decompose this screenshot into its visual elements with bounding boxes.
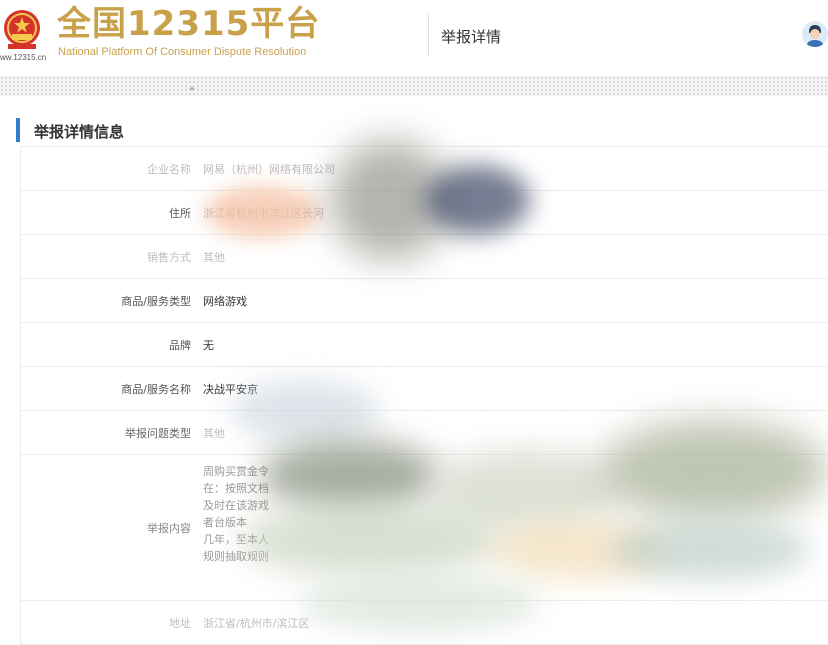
row-label: 举报内容 (147, 521, 191, 535)
content-line: 在：按照文档 (203, 482, 269, 495)
row-label: 企业名称 (147, 162, 191, 176)
site-url: ww.12315.cn (0, 53, 47, 62)
brand-subtitle: National Platform Of Consumer Dispute Re… (58, 46, 307, 58)
user-avatar[interactable] (802, 21, 828, 47)
table-row-service-name: 商品/服务名称 决战平安京 (21, 367, 828, 411)
row-label: 品牌 (169, 338, 191, 352)
row-label: 商品/服务类型 (121, 294, 191, 308)
section-title: 举报详情信息 (34, 123, 125, 141)
row-value: 其他 (203, 250, 225, 264)
content-line: 及时在该游戏 (203, 499, 269, 512)
table-row-sales-method: 销售方式 其他 (21, 235, 828, 279)
dotted-separator-band (0, 76, 828, 96)
table-row-brand: 品牌 无 (21, 323, 828, 367)
content-line: 几年，至本人 (203, 533, 269, 546)
table-row-company: 企业名称 网易（杭州）网络有限公司 (21, 147, 828, 191)
caret-up-icon (189, 86, 195, 90)
table-row-address: 住所 浙江省杭州市滨江区长河 (21, 191, 828, 235)
table-row-service-type: 商品/服务类型 网络游戏 (21, 279, 828, 323)
page-title: 举报详情 (441, 28, 502, 46)
national-emblem-icon (4, 10, 40, 49)
table-row-region: 地址 浙江省/杭州市/滨江区 (21, 601, 828, 645)
header-divider (428, 14, 429, 56)
row-label: 商品/服务名称 (121, 382, 191, 396)
row-value: 无 (203, 338, 214, 352)
brand-title[interactable]: 全国12315平台 (57, 4, 320, 44)
report-content-text: 周购买赏金令 在：按照文档 及时在该游戏 者台版本 几年，至本人 规则抽取规则 (203, 455, 819, 608)
table-row-issue-type: 举报问题类型 其他 (21, 411, 828, 455)
row-label: 销售方式 (147, 250, 191, 264)
row-value: 网络游戏 (203, 294, 247, 308)
row-value: 决战平安京 (203, 382, 258, 396)
section-accent-bar (16, 118, 20, 142)
row-label: 地址 (169, 616, 191, 630)
row-label: 举报问题类型 (125, 426, 191, 440)
report-detail-table: 企业名称 网易（杭州）网络有限公司 住所 浙江省杭州市滨江区长河 销售方式 其他… (20, 147, 828, 645)
user-avatar-icon (802, 21, 828, 47)
site-header: ww.12315.cn 全国12315平台 National Platform … (0, 0, 828, 76)
content-line: 者台版本 (203, 516, 247, 529)
content-line: 周购买赏金令 (203, 465, 269, 478)
row-value: 浙江省杭州市滨江区长河 (203, 206, 324, 220)
row-value: 其他 (203, 426, 225, 440)
content-line: 规则抽取规则 (203, 550, 269, 563)
row-label: 住所 (169, 206, 191, 220)
table-row-report-content: 举报内容 周购买赏金令 在：按照文档 及时在该游戏 者台版本 几年，至本人 规则… (21, 455, 828, 601)
row-value: 网易（杭州）网络有限公司 (203, 162, 335, 176)
row-value: 浙江省/杭州市/滨江区 (203, 616, 310, 630)
